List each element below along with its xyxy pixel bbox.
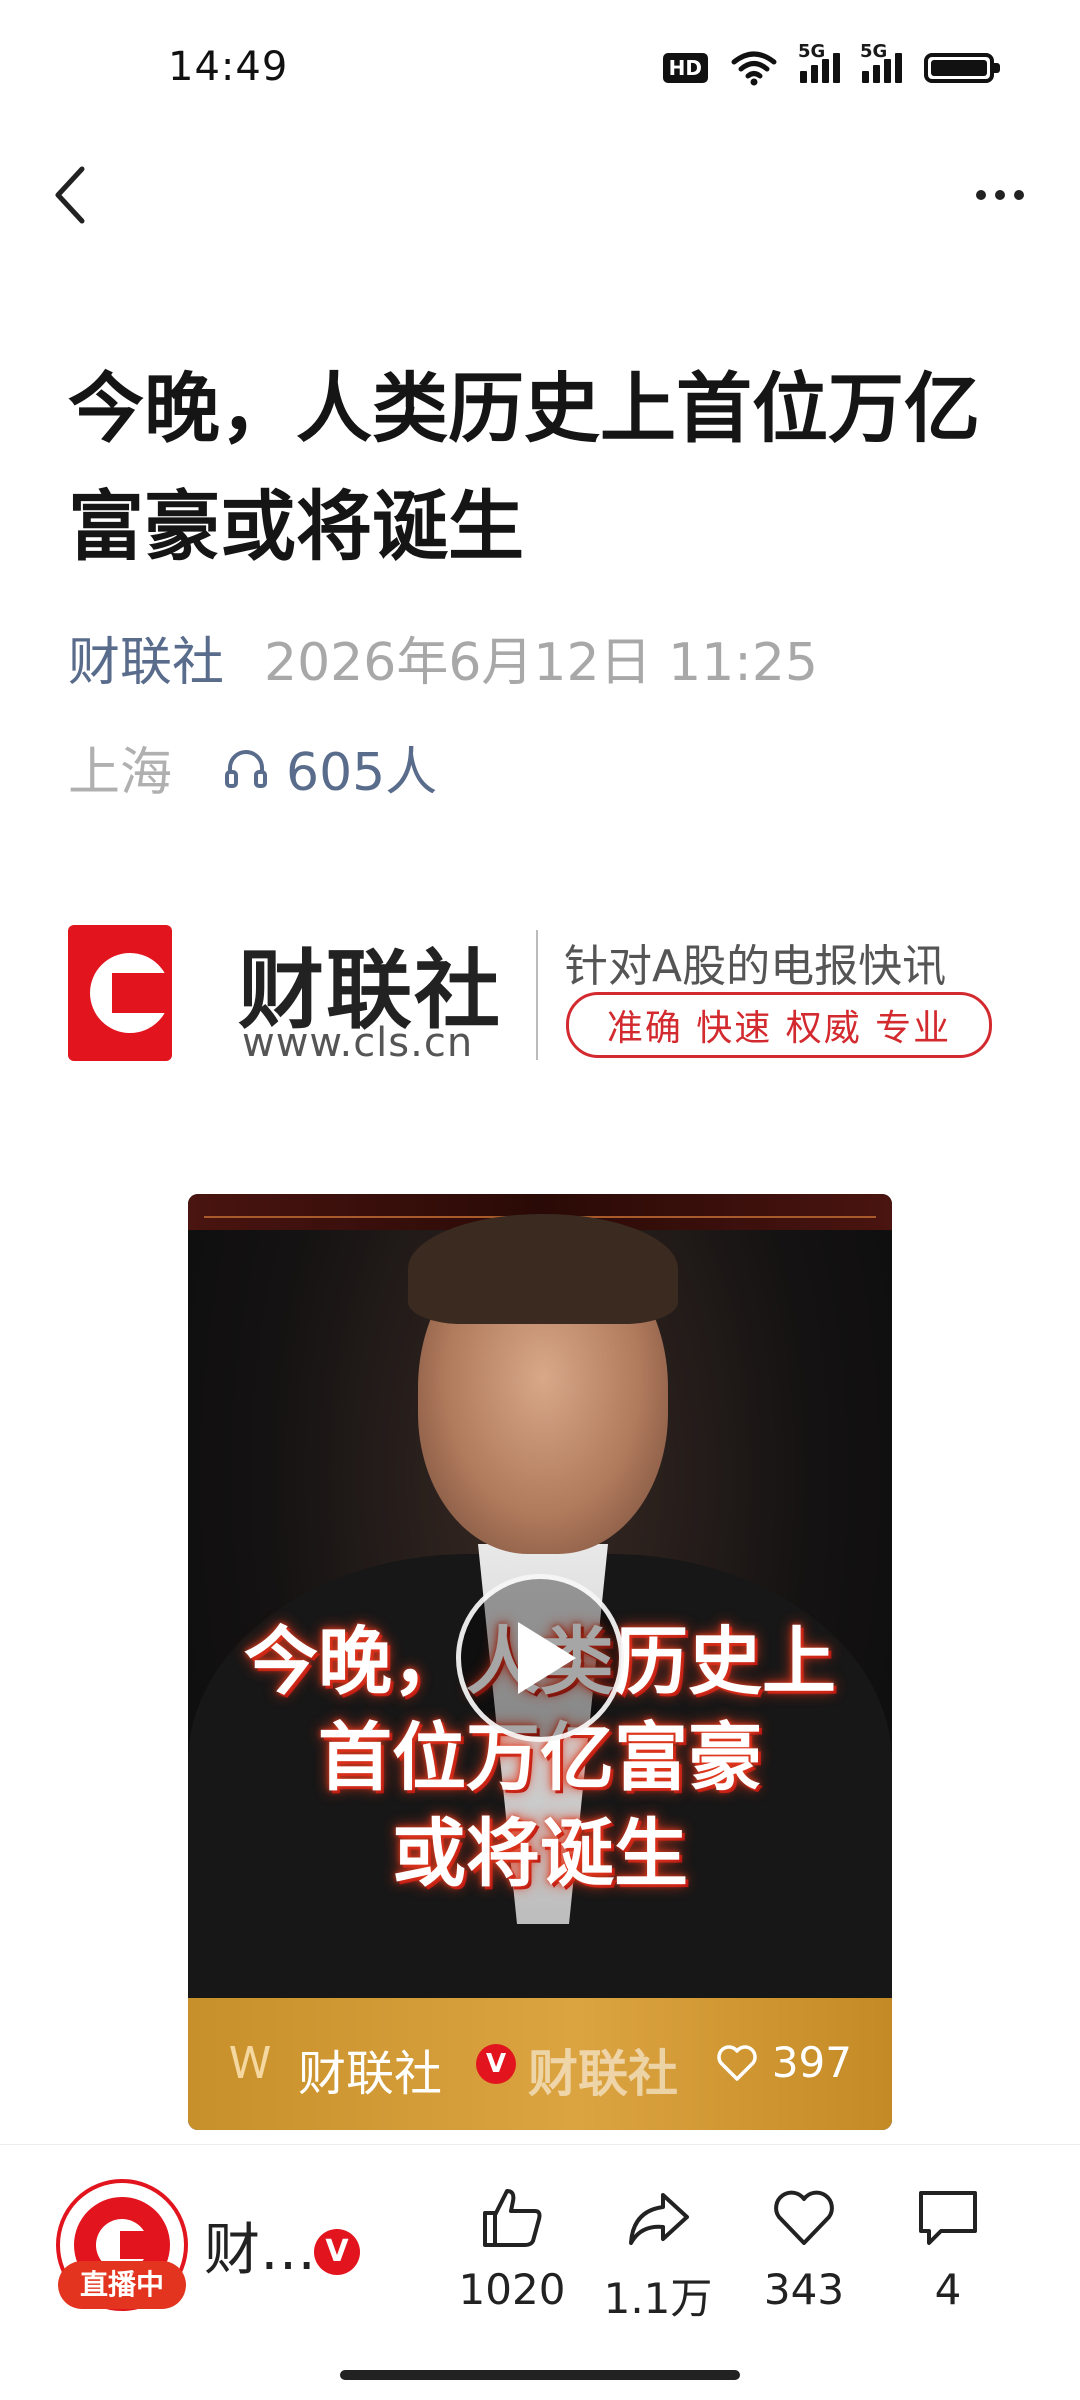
live-badge: 直播中 <box>58 2261 186 2309</box>
more-options-button[interactable] <box>960 160 1040 230</box>
butterfly-icon: Ꮃ <box>230 2038 273 2089</box>
heart-icon <box>717 2044 757 2081</box>
back-button[interactable] <box>40 160 100 230</box>
video-like-count: 397 <box>771 2038 852 2087</box>
more-dots-icon <box>976 190 986 200</box>
home-indicator[interactable] <box>340 2370 740 2380</box>
wifi-icon <box>731 51 777 86</box>
like-count: 1020 <box>458 2265 566 2314</box>
cls-logo-icon <box>68 925 172 1061</box>
banner-tagline: 准确 快速 权威 专业 <box>566 992 992 1058</box>
hd-voice-icon: HD <box>662 53 708 83</box>
verified-badge-icon: V <box>476 2044 516 2084</box>
play-button[interactable] <box>456 1574 624 1742</box>
comment-button[interactable]: 4 <box>888 2185 1008 2314</box>
video-channel-name[interactable]: 财联社 <box>298 2034 442 2104</box>
status-time: 14:49 <box>168 44 289 90</box>
listen-count: 605人 <box>286 743 438 803</box>
share-button[interactable]: 1.1万 <box>598 2185 718 2326</box>
article-meta-secondary: 上海 605人 <box>68 730 437 805</box>
banner-url: www.cls.cn <box>242 1020 474 1066</box>
location: 上海 <box>68 743 173 803</box>
status-bar: 14:49 HD 5G 5G <box>0 0 1080 140</box>
video-player[interactable]: 今晚，人类历史上 首位万亿富豪 或将诞生 Ꮃ 财联社 V 财联社 397 <box>188 1194 892 2130</box>
author-name[interactable]: 财… <box>204 2205 316 2286</box>
verified-badge-icon: V <box>314 2229 360 2275</box>
headphones-icon <box>225 749 268 788</box>
comment-count: 4 <box>934 2265 962 2314</box>
like-button[interactable]: 1020 <box>452 2185 572 2314</box>
share-icon <box>629 2193 689 2245</box>
listen-button[interactable]: 605人 <box>222 730 437 805</box>
thumbs-up-icon <box>483 2189 542 2247</box>
video-info-bar: Ꮃ 财联社 V 财联社 397 <box>188 1998 892 2130</box>
video-watermark: 财联社 <box>528 2045 678 2103</box>
video-like-button[interactable]: 397 <box>716 2038 852 2087</box>
heart-icon <box>774 2190 834 2245</box>
favorite-button[interactable]: 343 <box>744 2185 864 2314</box>
source-link[interactable]: 财联社 <box>68 620 224 695</box>
publish-date: 2026年6月12日 11:25 <box>264 633 818 693</box>
battery-icon <box>924 53 1000 83</box>
article-meta: 财联社 2026年6月12日 11:25 <box>68 620 818 695</box>
article-title: 今晚，人类历史上首位万亿富豪或将诞生 <box>68 364 980 571</box>
favorite-count: 343 <box>763 2265 845 2314</box>
signal-5g-icon: 5G <box>860 41 902 83</box>
chevron-left-icon <box>55 166 85 224</box>
share-count: 1.1万 <box>603 2274 713 2323</box>
status-icons: HD 5G 5G <box>662 41 1000 86</box>
comment-icon <box>919 2191 977 2245</box>
bottom-action-bar: 直播中 财… V 1020 1.1万 343 4 <box>0 2144 1080 2355</box>
divider <box>536 930 538 1060</box>
signal-5g-icon: 5G <box>798 41 840 83</box>
brand-banner: 财联社 www.cls.cn 针对A股的电报快讯 准确 快速 权威 专业 <box>68 920 998 1070</box>
banner-slogan: 针对A股的电报快讯 <box>564 941 947 992</box>
